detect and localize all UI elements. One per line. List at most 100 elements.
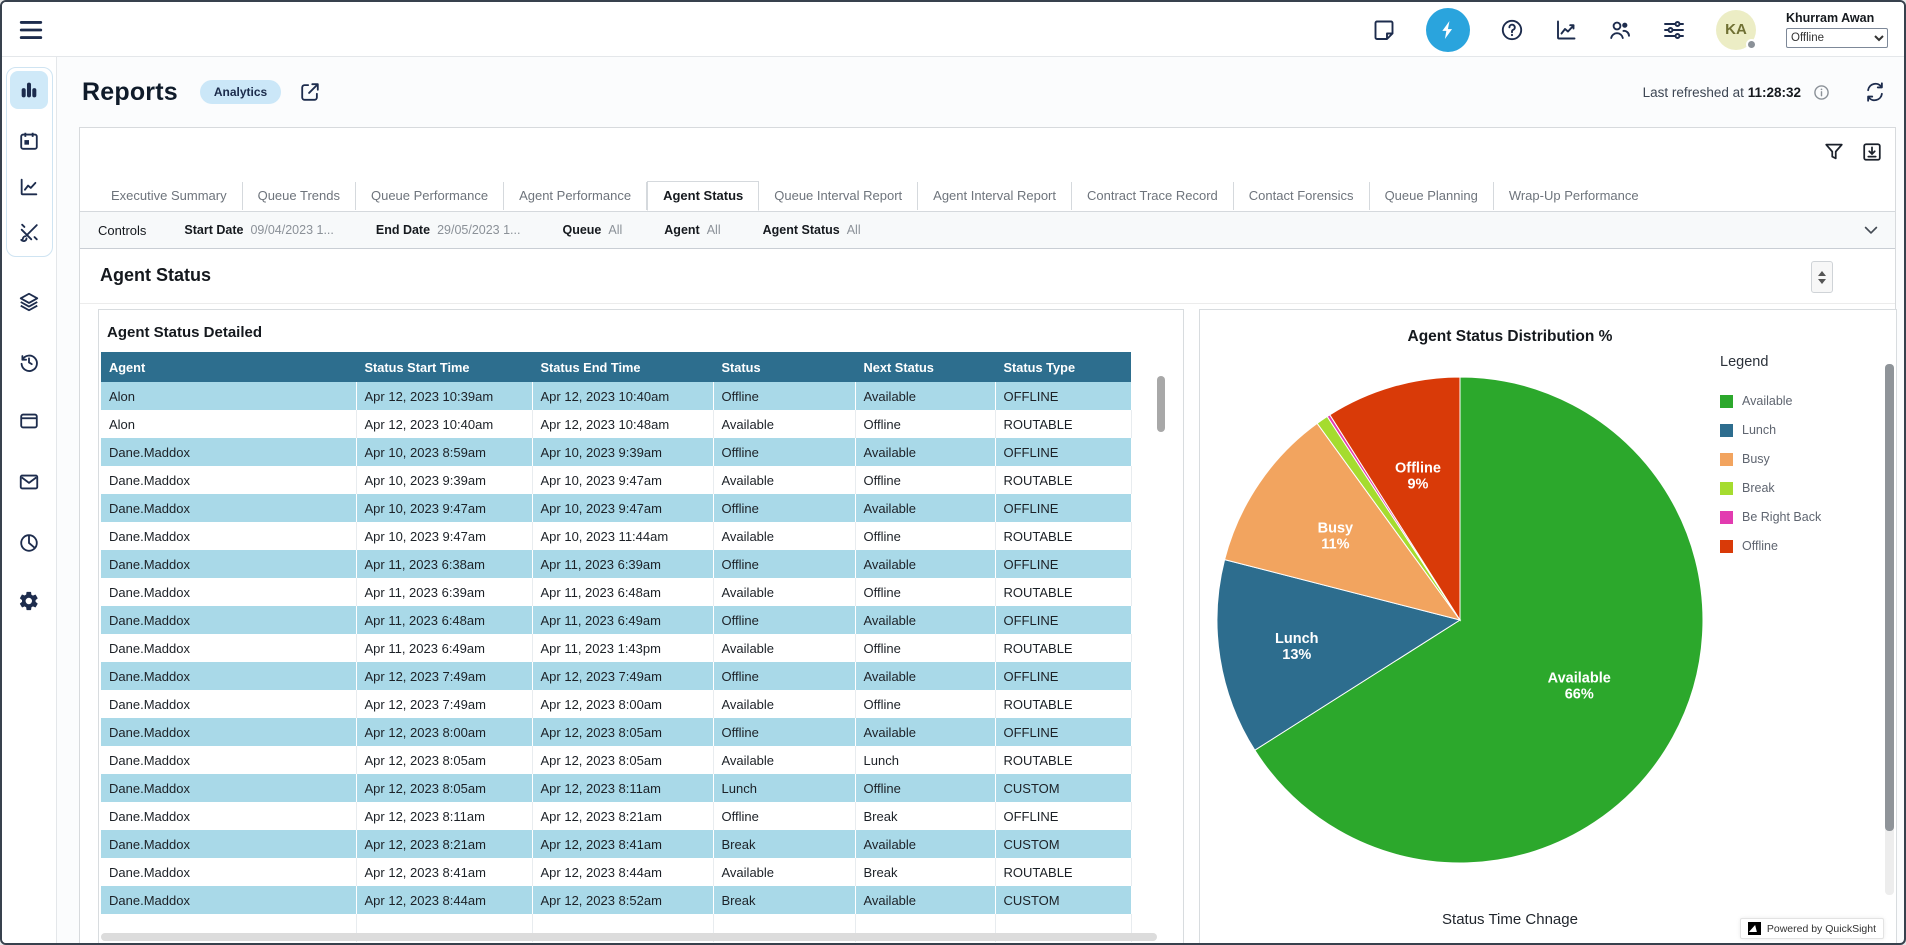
control-agent-status[interactable]: Agent StatusAll — [763, 223, 861, 237]
bar-chart-icon[interactable] — [10, 71, 48, 109]
pie-slice-label: Busy11% — [1318, 520, 1353, 552]
external-link-icon[interactable] — [299, 81, 321, 103]
tab-agent-status[interactable]: Agent Status — [647, 181, 759, 211]
status-dot — [1746, 39, 1757, 50]
download-icon[interactable] — [1861, 141, 1883, 163]
table-row: Dane.MaddoxApr 10, 2023 9:39amApr 10, 20… — [101, 466, 1131, 494]
legend-swatch — [1720, 540, 1733, 553]
tab-agent-performance[interactable]: Agent Performance — [504, 182, 647, 210]
tab-queue-planning[interactable]: Queue Planning — [1370, 182, 1494, 210]
stepper-down-icon[interactable] — [1818, 279, 1826, 284]
sheet-title: Agent Status — [100, 265, 211, 286]
tab-queue-interval-report[interactable]: Queue Interval Report — [759, 182, 918, 210]
gear-icon[interactable] — [10, 582, 48, 620]
page-title: Reports — [82, 78, 178, 107]
legend: Legend AvailableLunchBusyBreakBe Right B… — [1720, 354, 1888, 568]
control-start-date[interactable]: Start Date09/04/2023 1... — [184, 223, 333, 237]
user-block: Khurram Awan Offline — [1786, 11, 1894, 48]
tab-executive-summary[interactable]: Executive Summary — [96, 182, 243, 210]
column-header-agent[interactable]: Agent — [101, 352, 356, 382]
avatar[interactable]: KA — [1716, 10, 1756, 50]
tab-contact-forensics[interactable]: Contact Forensics — [1234, 182, 1370, 210]
history-icon[interactable] — [10, 343, 48, 381]
next-visual-title: Status Time Chnage — [1200, 911, 1820, 928]
column-header-status-type[interactable]: Status Type — [995, 352, 1131, 382]
column-header-status-start-time[interactable]: Status Start Time — [356, 352, 532, 382]
user-status-select[interactable]: Offline — [1786, 28, 1888, 48]
layers-icon[interactable] — [10, 283, 48, 321]
table-vertical-scrollbar[interactable] — [1157, 376, 1165, 432]
pie-chart-title: Agent Status Distribution % — [1200, 328, 1820, 346]
bolt-icon[interactable] — [1426, 8, 1470, 52]
info-icon[interactable] — [1813, 84, 1830, 101]
legend-item-busy[interactable]: Busy — [1720, 452, 1888, 466]
table-row: Dane.MaddoxApr 12, 2023 7:49amApr 12, 20… — [101, 662, 1131, 690]
tab-queue-trends[interactable]: Queue Trends — [243, 182, 356, 210]
pie-chart: Available66%Lunch13%Busy11%Offline9% — [1210, 370, 1710, 870]
column-header-next-status[interactable]: Next Status — [855, 352, 995, 382]
agent-status-table: AgentStatus Start TimeStatus End TimeSta… — [101, 352, 1132, 942]
donut-icon[interactable] — [10, 524, 48, 562]
menu-icon[interactable] — [18, 17, 44, 41]
help-icon[interactable] — [1500, 18, 1524, 42]
line-chart-icon[interactable] — [10, 168, 48, 206]
tab-wrap-up-performance[interactable]: Wrap-Up Performance — [1494, 182, 1654, 210]
panel-scrollbar-thumb[interactable] — [1885, 364, 1894, 831]
metrics-icon[interactable] — [1554, 18, 1578, 42]
legend-item-lunch[interactable]: Lunch — [1720, 423, 1888, 437]
table-row: Dane.MaddoxApr 12, 2023 8:44amApr 12, 20… — [101, 886, 1131, 914]
agents-icon[interactable] — [1608, 18, 1632, 42]
legend-swatch — [1720, 511, 1733, 524]
column-header-status[interactable]: Status — [713, 352, 855, 382]
filter-icon[interactable] — [1823, 141, 1845, 163]
chevron-down-icon[interactable] — [1861, 220, 1881, 240]
legend-swatch — [1720, 453, 1733, 466]
table-horizontal-scrollbar[interactable] — [101, 933, 1157, 941]
legend-swatch — [1720, 424, 1733, 437]
table-row: Dane.MaddoxApr 11, 2023 6:39amApr 11, 20… — [101, 578, 1131, 606]
topbar: KA Khurram Awan Offline — [2, 2, 1904, 57]
tab-contract-trace-record[interactable]: Contract Trace Record — [1072, 182, 1234, 210]
legend-item-available[interactable]: Available — [1720, 394, 1888, 408]
control-agent[interactable]: AgentAll — [664, 223, 720, 237]
envelope-icon[interactable] — [10, 463, 48, 501]
dashboard-card: Executive SummaryQueue TrendsQueue Perfo… — [79, 127, 1896, 943]
brush-icon[interactable] — [10, 213, 48, 251]
controls-filters: Start Date09/04/2023 1... End Date29/05/2… — [184, 223, 860, 237]
column-header-status-end-time[interactable]: Status End Time — [532, 352, 713, 382]
powered-by-quicksight[interactable]: Powered by QuickSight — [1740, 918, 1884, 939]
report-tabs: Executive SummaryQueue TrendsQueue Perfo… — [80, 182, 1895, 212]
legend-item-offline[interactable]: Offline — [1720, 539, 1888, 553]
stepper-up-icon[interactable] — [1818, 271, 1826, 276]
panel-scrollbar-track[interactable] — [1885, 364, 1894, 895]
topbar-actions: KA Khurram Awan Offline — [1372, 2, 1894, 57]
sheet-stepper[interactable] — [1811, 261, 1833, 293]
table-header-row: AgentStatus Start TimeStatus End TimeSta… — [101, 352, 1131, 382]
calendar-icon[interactable] — [10, 122, 48, 160]
table-row: Dane.MaddoxApr 12, 2023 7:49amApr 12, 20… — [101, 690, 1131, 718]
header-right: Last refreshed at 11:28:32 — [1643, 81, 1886, 103]
table-body: AlonApr 12, 2023 10:39amApr 12, 2023 10:… — [101, 382, 1131, 942]
browser-icon[interactable] — [10, 402, 48, 440]
table-row: Dane.MaddoxApr 12, 2023 8:05amApr 12, 20… — [101, 746, 1131, 774]
quicksight-logo-icon — [1748, 922, 1761, 935]
refresh-icon[interactable] — [1864, 81, 1886, 103]
legend-item-be-right-back[interactable]: Be Right Back — [1720, 510, 1888, 524]
legend-item-break[interactable]: Break — [1720, 481, 1888, 495]
user-name: Khurram Awan — [1786, 11, 1894, 25]
table-row: Dane.MaddoxApr 10, 2023 9:47amApr 10, 20… — [101, 522, 1131, 550]
control-queue[interactable]: QueueAll — [562, 223, 622, 237]
avatar-initials: KA — [1725, 21, 1747, 38]
legend-swatch — [1720, 482, 1733, 495]
notes-icon[interactable] — [1372, 18, 1396, 42]
analytics-badge[interactable]: Analytics — [200, 80, 281, 104]
tab-queue-performance[interactable]: Queue Performance — [356, 182, 504, 210]
settings-sliders-icon[interactable] — [1662, 18, 1686, 42]
tab-agent-interval-report[interactable]: Agent Interval Report — [918, 182, 1072, 210]
table-row: Dane.MaddoxApr 11, 2023 6:48amApr 11, 20… — [101, 606, 1131, 634]
status-distribution-panel: Agent Status Distribution % Available66%… — [1199, 309, 1897, 943]
legend-swatch — [1720, 395, 1733, 408]
table-row: Dane.MaddoxApr 10, 2023 8:59amApr 10, 20… — [101, 438, 1131, 466]
table-row: Dane.MaddoxApr 12, 2023 8:11amApr 12, 20… — [101, 802, 1131, 830]
control-end-date[interactable]: End Date29/05/2023 1... — [376, 223, 521, 237]
